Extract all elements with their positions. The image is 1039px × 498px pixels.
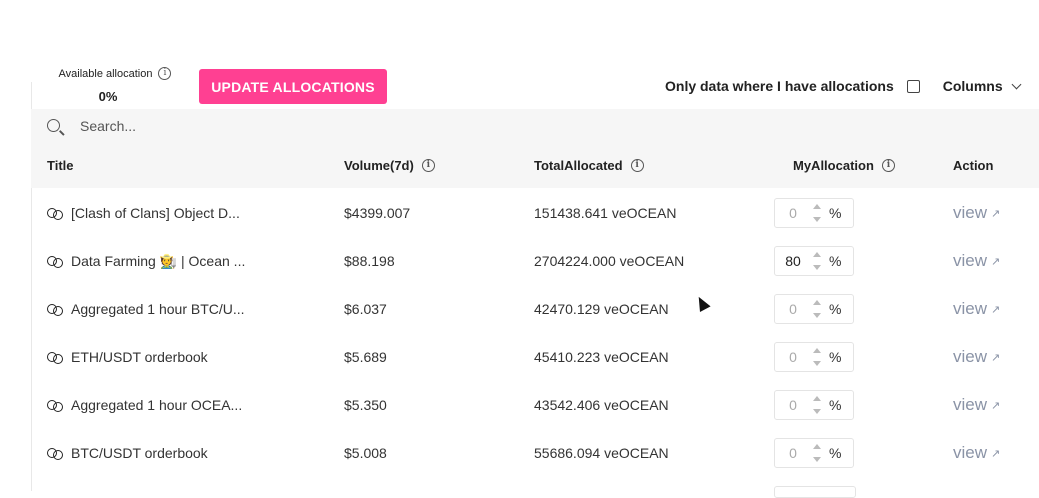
link-icon [47, 256, 63, 268]
row-title[interactable]: Aggregated 1 hour OCEA... [71, 397, 242, 413]
allocation-input[interactable]: 0 % [774, 342, 854, 372]
row-title[interactable]: BTC/USDT orderbook [71, 445, 208, 461]
row-volume: $5.689 [344, 349, 387, 365]
allocation-stepper[interactable] [811, 252, 823, 270]
external-arrow-icon: ↗ [991, 207, 1001, 220]
view-link[interactable]: view ↗ [953, 251, 1000, 271]
allocation-input[interactable]: 0 % [774, 438, 854, 468]
allocation-stepper[interactable] [811, 444, 823, 462]
allocation-input[interactable]: 0 % [774, 390, 854, 420]
external-arrow-icon: ↗ [991, 303, 1001, 316]
row-title[interactable]: Aggregated 1 hour BTC/U... [71, 301, 245, 317]
view-link[interactable]: view ↗ [953, 299, 1000, 319]
external-arrow-icon: ↗ [991, 351, 1001, 364]
row-volume: $5.350 [344, 397, 387, 413]
link-icon [47, 448, 63, 460]
allocation-stepper[interactable] [811, 300, 823, 318]
external-arrow-icon: ↗ [991, 255, 1001, 268]
table-row: [Clash of Clans] Object D... $4399.007 1… [31, 189, 1039, 237]
header-action: Action [953, 157, 994, 173]
info-icon[interactable]: i [158, 67, 172, 80]
info-icon[interactable]: i [881, 158, 895, 172]
table-header: Title Volume(7d) i TotalAllocated i MyAl… [31, 142, 1039, 188]
row-total-allocated: 43542.406 veOCEAN [534, 397, 669, 413]
info-icon[interactable]: i [421, 158, 435, 172]
row-total-allocated: 2704224.000 veOCEAN [534, 253, 685, 269]
search-input[interactable] [78, 116, 482, 135]
update-allocations-button[interactable]: UPDATE ALLOCATIONS [199, 69, 387, 104]
columns-label: Columns [942, 78, 1003, 94]
row-volume: $6.037 [344, 301, 387, 317]
row-title[interactable]: [Clash of Clans] Object D... [71, 205, 240, 221]
table-row: Aggregated 1 hour OCEA... $5.350 43542.4… [31, 381, 1039, 429]
header-total-allocated[interactable]: TotalAllocated i [534, 142, 644, 188]
filter-label: Only data where I have allocations [665, 78, 894, 94]
filter-bar: Only data where I have allocations Colum… [665, 78, 1022, 94]
row-title[interactable]: ETH/USDT orderbook [71, 349, 208, 365]
table-row: Aggregated 1 hour BTC/U... $6.037 42470.… [31, 285, 1039, 333]
view-link[interactable]: view ↗ [953, 395, 1000, 415]
info-icon[interactable]: i [630, 158, 644, 172]
link-icon [47, 208, 63, 220]
view-link[interactable]: view ↗ [953, 203, 1000, 223]
allocation-input-partial[interactable] [774, 486, 856, 498]
available-allocation-label: Available allocation [58, 67, 153, 80]
available-allocation-value: 0% [98, 89, 118, 104]
table-row: Data Farming 🧑‍🌾 | Ocean ... $88.198 270… [31, 237, 1039, 285]
external-arrow-icon: ↗ [991, 447, 1001, 460]
allocation-input[interactable]: 0 % [774, 294, 854, 324]
table-row: ETH/USDT orderbook $5.689 45410.223 veOC… [31, 333, 1039, 381]
header-title[interactable]: Title [47, 142, 74, 188]
search-bar [31, 109, 1039, 142]
allocation-input[interactable]: 0 % [774, 198, 854, 228]
allocation-stepper[interactable] [811, 204, 823, 222]
row-volume: $88.198 [344, 253, 395, 269]
link-icon [47, 352, 63, 364]
row-title[interactable]: Data Farming 🧑‍🌾 | Ocean ... [71, 253, 245, 270]
row-total-allocated: 42470.129 veOCEAN [534, 301, 669, 317]
view-link[interactable]: view ↗ [953, 347, 1000, 367]
table-row: BTC/USDT orderbook $5.008 55686.094 veOC… [31, 429, 1039, 477]
columns-button[interactable]: Columns [942, 78, 1022, 94]
allocation-stepper[interactable] [811, 396, 823, 414]
row-total-allocated: 151438.641 veOCEAN [534, 205, 677, 221]
row-volume: $5.008 [344, 445, 387, 461]
allocation-stepper[interactable] [811, 348, 823, 366]
view-link[interactable]: view ↗ [953, 443, 1000, 463]
search-icon [47, 119, 60, 132]
external-arrow-icon: ↗ [991, 399, 1001, 412]
chevron-down-icon [1011, 79, 1022, 89]
checkbox-icon[interactable] [906, 79, 920, 93]
table-body: [Clash of Clans] Object D... $4399.007 1… [31, 189, 1039, 477]
row-volume: $4399.007 [344, 205, 411, 221]
link-icon [47, 400, 63, 412]
link-icon [47, 304, 63, 316]
available-allocation: Available allocation i 0% [52, 67, 178, 104]
header-my-allocation[interactable]: MyAllocation i [793, 142, 895, 188]
row-total-allocated: 45410.223 veOCEAN [534, 349, 669, 365]
row-total-allocated: 55686.094 veOCEAN [534, 445, 669, 461]
header-volume[interactable]: Volume(7d) i [344, 142, 435, 188]
allocation-input[interactable]: 80 % [774, 246, 854, 276]
